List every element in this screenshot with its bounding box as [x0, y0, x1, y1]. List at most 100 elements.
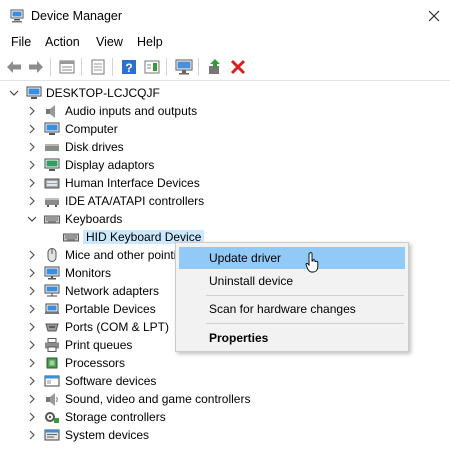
toolbar-separator — [112, 58, 113, 76]
menu-help[interactable]: Help — [137, 35, 163, 49]
tree-item-label: Mice and other pointi — [65, 248, 177, 262]
chevron-right-icon[interactable] — [26, 339, 38, 351]
tree-item-label: IDE ATA/ATAPI controllers — [65, 194, 205, 208]
network-adapter-icon — [44, 284, 60, 297]
tree-item-keyboards[interactable]: Keyboards — [0, 210, 450, 228]
uninstall-icon[interactable] — [228, 57, 248, 77]
back-icon[interactable] — [4, 57, 24, 77]
tree-item-label: Monitors — [65, 266, 112, 280]
tree-item-processors[interactable]: Processors — [0, 354, 450, 372]
tree-item-label: Ports (COM & LPT) — [65, 320, 170, 334]
chevron-right-icon[interactable] — [26, 303, 38, 315]
chevron-right-icon[interactable] — [26, 105, 38, 117]
disk-drive-icon — [45, 144, 59, 151]
tree-item-label: Audio inputs and outputs — [65, 104, 198, 118]
properties-sheet-icon[interactable] — [57, 57, 77, 77]
chevron-right-icon[interactable] — [26, 141, 38, 153]
tree-item-software-devices[interactable]: Software devices — [0, 372, 450, 390]
tree-item-storage-controllers[interactable]: Storage controllers — [0, 408, 450, 426]
tree-item-label: Portable Devices — [65, 302, 156, 316]
menu-separator — [206, 295, 404, 296]
display-adapter-icon — [44, 158, 60, 171]
chevron-right-icon[interactable] — [26, 357, 38, 369]
menu-file[interactable]: File — [11, 35, 31, 49]
properties-menu-item[interactable]: Properties — [179, 327, 405, 349]
menu-separator — [206, 323, 404, 324]
menu-action[interactable]: Action — [45, 35, 80, 49]
menu-item-label: Scan for hardware changes — [209, 302, 356, 316]
menu-view[interactable]: View — [96, 35, 123, 49]
portable-device-icon — [45, 303, 59, 314]
tree-item-label: Processors — [65, 356, 126, 370]
computer-icon — [26, 86, 42, 99]
system-device-icon — [44, 429, 60, 441]
chevron-right-icon[interactable] — [26, 159, 38, 171]
toolbar-separator — [198, 58, 199, 76]
mouse-cursor-icon — [305, 252, 319, 273]
printer-icon — [45, 338, 59, 352]
close-icon[interactable] — [424, 6, 444, 26]
menu-item-label: Properties — [209, 331, 269, 345]
chevron-right-icon[interactable] — [26, 285, 38, 297]
chevron-right-icon[interactable] — [26, 393, 38, 405]
port-icon — [45, 323, 59, 332]
tree-item-label: Display adaptors — [65, 158, 155, 172]
speaker-icon — [46, 105, 55, 118]
tree-item-label: Software devices — [65, 374, 157, 388]
tree-item-ide[interactable]: IDE ATA/ATAPI controllers — [0, 192, 450, 210]
update-driver-icon[interactable] — [205, 57, 225, 77]
chevron-right-icon[interactable] — [26, 267, 38, 279]
device-manager-icon — [10, 9, 24, 23]
tree-item-label: Network adapters — [65, 284, 160, 298]
toolbar-separator — [50, 58, 51, 76]
help-icon[interactable]: ? — [119, 57, 139, 77]
uninstall-device-menu-item[interactable]: Uninstall device — [179, 270, 405, 292]
tree-item-display-adaptors[interactable]: Display adaptors — [0, 156, 450, 174]
scan-monitor-icon[interactable] — [174, 57, 194, 77]
tree-root-label: DESKTOP-LCJCQJF — [46, 86, 160, 100]
scan-hardware-menu-item[interactable]: Scan for hardware changes — [179, 298, 405, 320]
tree-item-audio[interactable]: Audio inputs and outputs — [0, 102, 450, 120]
tree-item-label: Keyboards — [65, 212, 123, 226]
mouse-icon — [47, 248, 57, 262]
tree-item-sound-video-game[interactable]: Sound, video and game controllers — [0, 390, 450, 408]
action-pane-icon[interactable] — [142, 57, 162, 77]
toolbar-separator — [166, 58, 167, 76]
tree-item-computer[interactable]: Computer — [0, 120, 450, 138]
sound-controller-icon — [46, 393, 58, 406]
show-hidden-icon[interactable] — [88, 57, 108, 77]
chevron-right-icon[interactable] — [26, 195, 38, 207]
tree-root[interactable]: DESKTOP-LCJCQJF — [0, 84, 450, 102]
tree-item-label: Computer — [65, 122, 118, 136]
context-menu: Update driver Uninstall device Scan for … — [175, 242, 409, 352]
tree-item-system-devices[interactable]: System devices — [0, 426, 450, 444]
chevron-right-icon[interactable] — [26, 249, 38, 261]
computer-icon — [44, 122, 60, 135]
menu-bar: File Action View Help — [0, 32, 450, 52]
svg-text:?: ? — [125, 61, 132, 75]
chevron-down-icon[interactable] — [26, 213, 38, 225]
chevron-right-icon[interactable] — [26, 375, 38, 387]
chevron-right-icon[interactable] — [26, 411, 38, 423]
tree-item-hid[interactable]: Human Interface Devices — [0, 174, 450, 192]
tree-item-label: Human Interface Devices — [65, 176, 200, 190]
chevron-down-icon[interactable] — [8, 87, 20, 99]
menu-item-label: Update driver — [209, 251, 282, 265]
tree-item-label: Storage controllers — [65, 410, 166, 424]
title-bar: Device Manager — [0, 0, 450, 32]
chevron-right-icon[interactable] — [26, 123, 38, 135]
forward-icon[interactable] — [26, 57, 46, 77]
keyboard-icon — [44, 215, 60, 224]
chevron-right-icon[interactable] — [26, 321, 38, 333]
update-driver-menu-item[interactable]: Update driver — [179, 247, 405, 269]
chevron-right-icon[interactable] — [26, 177, 38, 189]
divider — [0, 80, 450, 81]
storage-controller-icon — [45, 412, 59, 423]
tree-item-label: Disk drives — [65, 140, 124, 154]
tree-item-disk-drives[interactable]: Disk drives — [0, 138, 450, 156]
hid-icon — [44, 178, 60, 189]
monitor-icon — [44, 266, 60, 280]
window-title: Device Manager — [31, 9, 123, 23]
tree-item-label: Print queues — [65, 338, 133, 352]
chevron-right-icon[interactable] — [26, 429, 38, 441]
